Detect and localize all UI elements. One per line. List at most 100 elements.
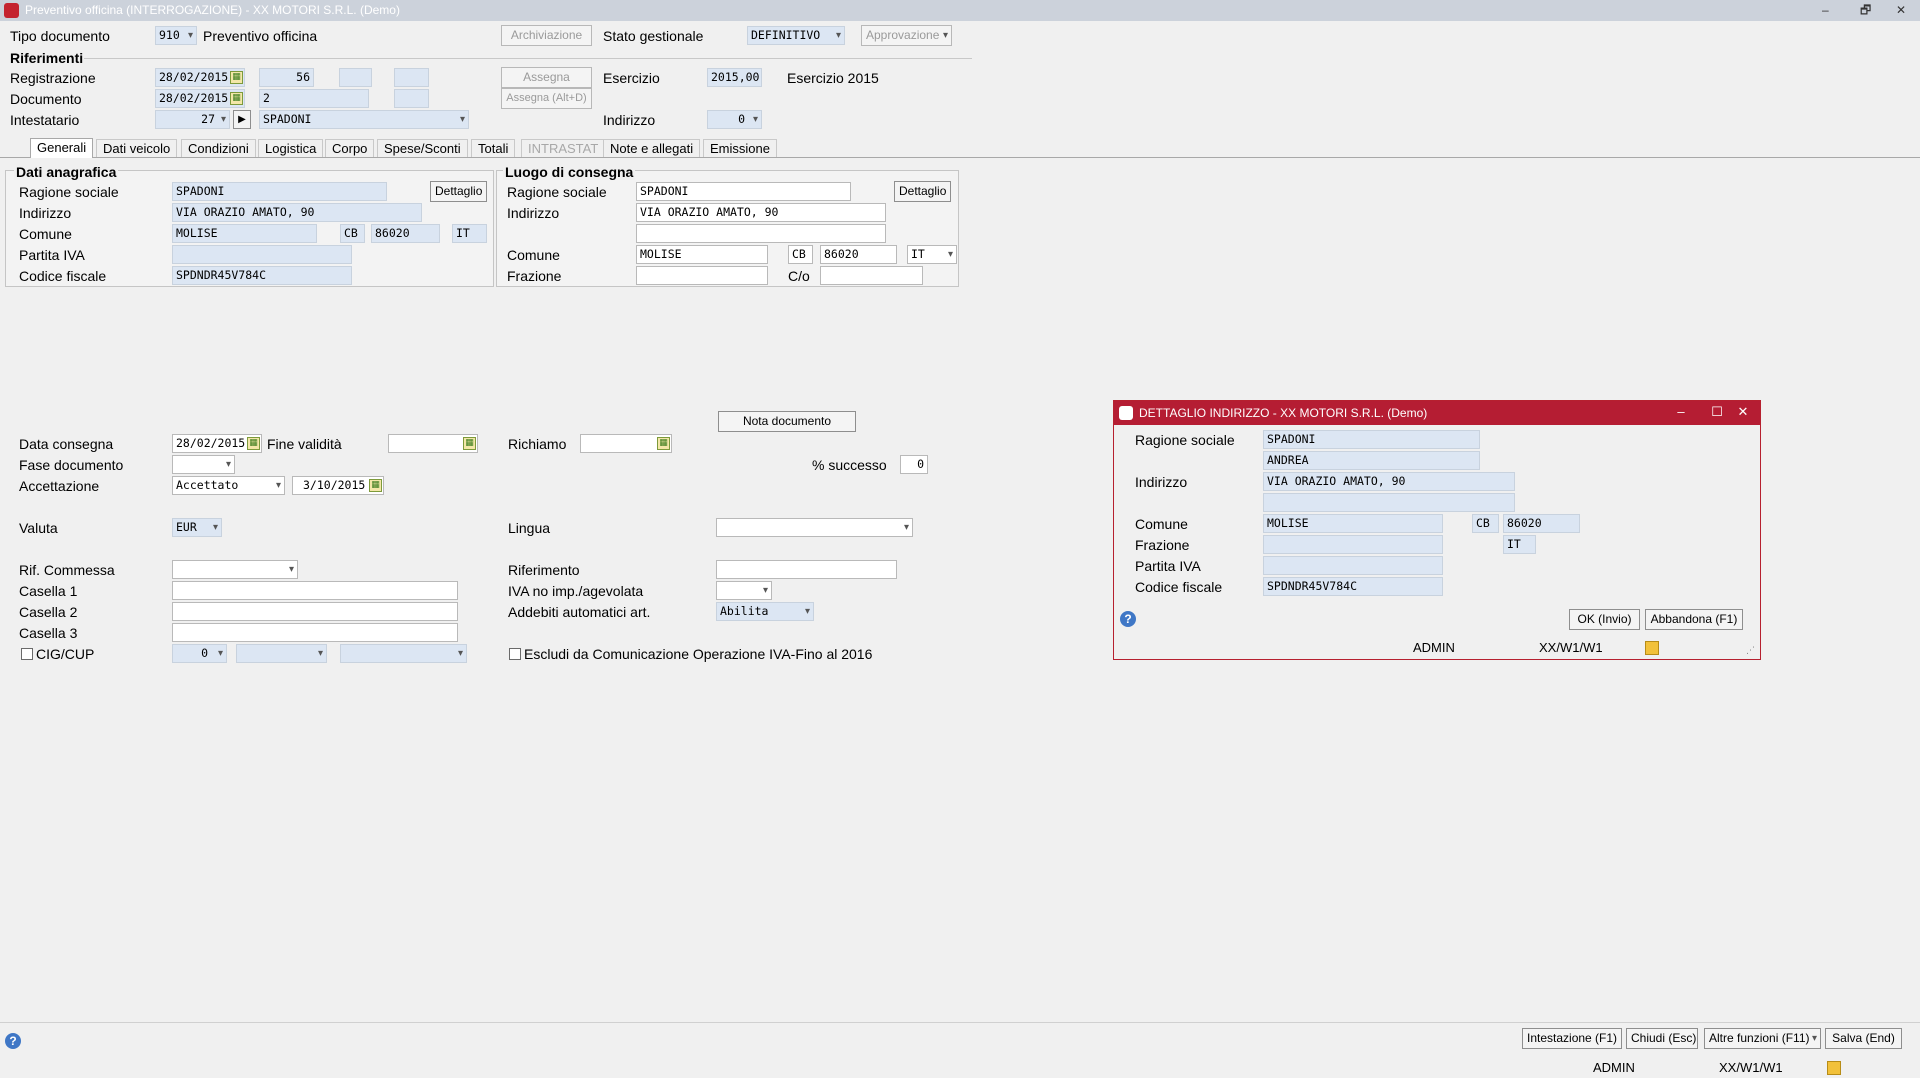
dialog-indirizzo-field[interactable]: VIA ORAZIO AMATO, 90 xyxy=(1263,472,1515,491)
tab-corpo[interactable]: Corpo xyxy=(325,139,375,157)
casella3-field[interactable] xyxy=(172,623,458,642)
dialog-close-icon[interactable]: ✕ xyxy=(1728,401,1758,423)
tipo-documento-select[interactable]: 910 xyxy=(155,26,197,45)
assegna-alt-button[interactable]: Assegna (Alt+D) xyxy=(501,88,592,109)
consegna-provincia-field[interactable]: CB xyxy=(788,245,813,264)
data-consegna-field[interactable]: 28/02/2015 ▦ xyxy=(172,434,262,453)
calendar-icon[interactable]: ▦ xyxy=(230,92,243,105)
archiviazione-button[interactable]: Archiviazione xyxy=(501,25,592,46)
iva-agevolata-select[interactable] xyxy=(716,581,772,600)
casella2-field[interactable] xyxy=(172,602,458,621)
dialog-abbandona-button[interactable]: Abbandona (F1) xyxy=(1645,609,1743,630)
restore-icon[interactable]: 🗗 xyxy=(1860,0,1871,21)
dialog-comune-field[interactable]: MOLISE xyxy=(1263,514,1443,533)
dialog-ragione-sociale-1-field[interactable]: SPADONI xyxy=(1263,430,1480,449)
successo-field[interactable]: 0 xyxy=(900,455,928,474)
consegna-indirizzo-2-field[interactable] xyxy=(636,224,886,243)
dialog-ok-button[interactable]: OK (Invio) xyxy=(1569,609,1640,630)
documento-number-field[interactable]: 2 xyxy=(259,89,369,108)
calendar-icon[interactable]: ▦ xyxy=(657,437,670,450)
indirizzo-select[interactable]: 0 xyxy=(707,110,762,129)
dialog-frazione-field[interactable] xyxy=(1263,535,1443,554)
dialog-codice-fiscale-field[interactable]: SPDNDR45V784C xyxy=(1263,577,1443,596)
consegna-indirizzo-field[interactable]: VIA ORAZIO AMATO, 90 xyxy=(636,203,886,222)
riferimento-field[interactable] xyxy=(716,560,897,579)
tab-generali[interactable]: Generali xyxy=(30,138,94,158)
lingua-select[interactable] xyxy=(716,518,913,537)
tab-intrastat[interactable]: INTRASTAT xyxy=(521,139,606,157)
tab-spese-sconti[interactable]: Spese/Sconti xyxy=(377,139,468,157)
calendar-icon[interactable]: ▦ xyxy=(247,437,260,450)
intestatario-name-field[interactable]: SPADONI xyxy=(259,110,469,129)
fase-documento-select[interactable] xyxy=(172,455,235,474)
cig-cup-extra-select-2[interactable] xyxy=(340,644,467,663)
anagrafica-cap-field[interactable]: 86020 xyxy=(371,224,440,243)
tab-note-allegati[interactable]: Note e allegati xyxy=(603,139,701,157)
anagrafica-comune-field[interactable]: MOLISE xyxy=(172,224,317,243)
tab-dati-veicolo[interactable]: Dati veicolo xyxy=(96,139,178,157)
registrazione-date-field[interactable]: 28/02/2015 ▦ xyxy=(155,68,245,87)
dialog-minimize-icon[interactable]: – xyxy=(1666,401,1696,423)
anagrafica-codice-fiscale-field[interactable]: SPDNDR45V784C xyxy=(172,266,352,285)
consegna-nazione-select[interactable]: IT xyxy=(907,245,957,264)
assegna-button[interactable]: Assegna xyxy=(501,67,592,88)
minimize-icon[interactable]: – xyxy=(1822,0,1829,21)
intestatario-arrow-button[interactable]: ▶ xyxy=(233,110,251,129)
tab-logistica[interactable]: Logistica xyxy=(258,139,324,157)
dialog-provincia-field[interactable]: CB xyxy=(1472,514,1499,533)
anagrafica-indirizzo-field[interactable]: VIA ORAZIO AMATO, 90 xyxy=(172,203,422,222)
close-icon[interactable]: ✕ xyxy=(1896,0,1906,21)
dialog-ragione-sociale-2-field[interactable]: ANDREA xyxy=(1263,451,1480,470)
calendar-icon[interactable]: ▦ xyxy=(230,71,243,84)
nota-documento-button[interactable]: Nota documento xyxy=(718,411,856,432)
registrazione-extra-field-1[interactable] xyxy=(339,68,372,87)
dialog-partita-iva-field[interactable] xyxy=(1263,556,1443,575)
dialog-indirizzo-2-field[interactable] xyxy=(1263,493,1515,512)
cig-cup-extra-select-1[interactable] xyxy=(236,644,327,663)
anagrafica-provincia-field[interactable]: CB xyxy=(340,224,365,243)
anagrafica-ragione-sociale-field[interactable]: SPADONI xyxy=(172,182,387,201)
resize-grip-icon[interactable]: ⋰ xyxy=(1746,645,1755,656)
calendar-icon[interactable]: ▦ xyxy=(369,479,382,492)
accettazione-date-field[interactable]: 3/10/2015 ▦ xyxy=(292,476,384,495)
intestatario-code-field[interactable]: 27 xyxy=(155,110,230,129)
cig-cup-checkbox[interactable] xyxy=(21,648,33,660)
accettazione-select[interactable]: Accettato xyxy=(172,476,285,495)
anagrafica-nazione-field[interactable]: IT xyxy=(452,224,487,243)
addebiti-select[interactable]: Abilita xyxy=(716,602,814,621)
consegna-ragione-sociale-field[interactable]: SPADONI xyxy=(636,182,851,201)
dialog-cap-field[interactable]: 86020 xyxy=(1503,514,1580,533)
rif-commessa-select[interactable] xyxy=(172,560,298,579)
help-icon[interactable]: ? xyxy=(5,1033,21,1049)
esercizio-field[interactable]: 2015,00 xyxy=(707,68,762,87)
richiamo-field[interactable]: ▦ xyxy=(580,434,672,453)
registrazione-number-field[interactable]: 56 xyxy=(259,68,314,87)
casella1-field[interactable] xyxy=(172,581,458,600)
consegna-dettaglio-button[interactable]: Dettaglio xyxy=(894,181,951,202)
intestazione-button[interactable]: Intestazione (F1) xyxy=(1522,1028,1622,1049)
documento-date-field[interactable]: 28/02/2015 ▦ xyxy=(155,89,245,108)
consegna-cap-field[interactable]: 86020 xyxy=(820,245,897,264)
dialog-help-icon[interactable]: ? xyxy=(1120,611,1136,627)
escludi-checkbox[interactable] xyxy=(509,648,521,660)
cig-cup-select[interactable]: 0 xyxy=(172,644,227,663)
valuta-select[interactable]: EUR xyxy=(172,518,222,537)
fine-validita-field[interactable]: ▦ xyxy=(388,434,478,453)
tab-condizioni[interactable]: Condizioni xyxy=(181,139,256,157)
chiudi-button[interactable]: Chiudi (Esc) xyxy=(1626,1028,1698,1049)
anagrafica-dettaglio-button[interactable]: Dettaglio xyxy=(430,181,487,202)
tab-emissione[interactable]: Emissione xyxy=(703,139,777,157)
registrazione-extra-field-2[interactable] xyxy=(394,68,429,87)
tab-totali[interactable]: Totali xyxy=(471,139,516,157)
consegna-comune-field[interactable]: MOLISE xyxy=(636,245,768,264)
stato-gestionale-select[interactable]: DEFINITIVO xyxy=(747,26,845,45)
anagrafica-partita-iva-field[interactable] xyxy=(172,245,352,264)
documento-extra-field[interactable] xyxy=(394,89,429,108)
calendar-icon[interactable]: ▦ xyxy=(463,437,476,450)
approvazione-button[interactable]: Approvazione xyxy=(861,25,952,46)
consegna-co-field[interactable] xyxy=(820,266,923,285)
salva-button[interactable]: Salva (End) xyxy=(1825,1028,1902,1049)
consegna-frazione-field[interactable] xyxy=(636,266,768,285)
dialog-nazione-field[interactable]: IT xyxy=(1503,535,1536,554)
altre-funzioni-button[interactable]: Altre funzioni (F11) xyxy=(1704,1028,1821,1049)
